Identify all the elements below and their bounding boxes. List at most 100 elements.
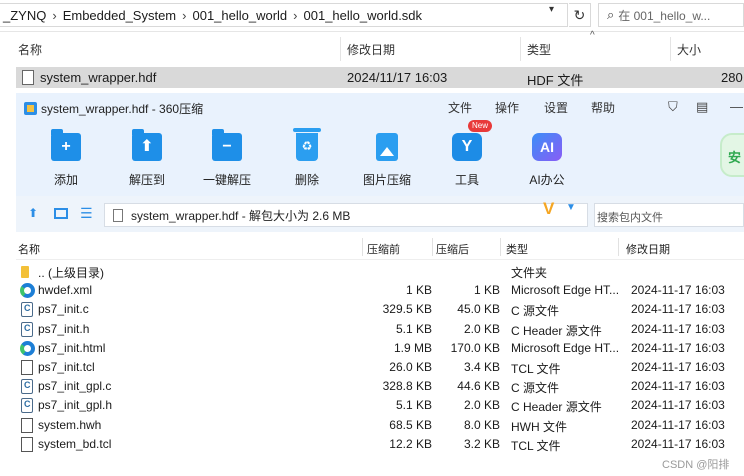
table-row[interactable]: ps7_init_gpl.c 328.8 KB 44.6 KB C 源文件 2024-1… [16,377,744,396]
v-logo-icon[interactable]: V [543,199,554,219]
breadcrumb-item[interactable]: Embedded_System [60,8,179,23]
delete-button[interactable]: ♻ 删除 [279,128,335,188]
zip-list-header: 名称 压缩前 压缩后 类型 修改日期 [16,232,744,260]
search-icon: ⌕ [607,7,615,22]
table-row[interactable]: ps7_init.c 329.5 KB 45.0 KB C 源文件 2024-11-17… [16,300,744,319]
file-packed-size: 2.0 KB [463,398,500,413]
column-date[interactable]: 修改日期 [626,241,670,257]
file-size: 5.1 KB [395,321,432,336]
file-date: 2024/11/17 16:03 [347,70,448,85]
one-click-extract-button[interactable]: − 一键解压 [199,129,255,188]
table-row[interactable]: .. (上级目录) 文件夹 [16,262,744,281]
column-type[interactable]: 类型 [506,241,528,257]
table-row[interactable]: ps7_init.tcl 26.0 KB 3.4 KB TCL 文件 2024-11-1… [16,358,744,377]
file-name: ps7_init_gpl.c [38,379,112,394]
file-name: ps7_init.h [38,321,90,336]
thumbnail-view-icon[interactable] [54,208,68,219]
file-type: C Header 源文件 [511,323,602,338]
file-date: 2024-11-17 16:03 [631,283,725,298]
file-packed-size: 45.0 KB [457,302,500,317]
feedback-icon[interactable]: ▤ [696,99,708,115]
column-divider[interactable] [618,238,619,256]
file-name: system.hwh [38,417,102,432]
list-view-icon[interactable]: ☰ [80,205,93,222]
file-type: C 源文件 [511,381,560,396]
zip-window: system_wrapper.hdf - 360压缩 文件 操作 设置 帮助 ⛉… [16,93,744,476]
menu-settings[interactable]: 设置 [544,99,568,116]
column-type[interactable]: 类型 [527,41,551,58]
edge-icon [20,340,35,356]
file-packed-size: 1 KB [473,283,500,298]
table-row[interactable]: ps7_init.h 5.1 KB 2.0 KB C Header 源文件 2024-1… [16,320,744,339]
file-type: TCL 文件 [511,438,561,453]
file-size: 12.2 KB [389,436,432,451]
extract-to-button[interactable]: ⬆ 解压到 [119,129,175,188]
table-row[interactable]: ps7_init.html 1.9 MB 170.0 KB Microsoft Edg… [16,339,744,358]
column-packed[interactable]: 压缩后 [436,241,469,257]
menu-operate[interactable]: 操作 [495,99,519,116]
column-size[interactable]: 压缩前 [367,241,400,257]
doc-icon [21,360,33,375]
trash-icon: ♻ [293,128,321,161]
file-date: 2024-11-17 16:03 [631,417,725,432]
column-divider[interactable] [520,37,521,61]
file-packed-size: 44.6 KB [457,379,500,394]
table-row[interactable]: system.hwh 68.5 KB 8.0 KB HWH 文件 2024-11-17 … [16,416,744,435]
chevron-down-icon[interactable]: ▼ [566,202,576,213]
minimize-icon[interactable]: — [730,99,743,114]
file-name: ps7_init_gpl.h [38,398,113,413]
breadcrumb-item[interactable]: _ZYNQ [0,8,49,23]
extract-to-label: 解压到 [128,173,165,187]
breadcrumb-item[interactable]: 001_hello_world.sdk [301,8,426,23]
c-file-icon [21,379,33,395]
menu-help[interactable]: 帮助 [591,99,615,116]
skin-icon[interactable]: ⛉ [668,99,678,115]
column-divider[interactable] [362,238,363,256]
column-name[interactable]: 名称 [18,241,40,257]
image-compress-button[interactable]: 图片压缩 [359,133,415,188]
delete-label: 删除 [294,173,319,187]
ai-office-label: AI办公 [529,173,565,187]
up-arrow-icon[interactable]: ⬆ [28,206,38,220]
breadcrumb-item[interactable]: 001_hello_world [189,8,290,23]
one-click-extract-label: 一键解压 [202,173,251,187]
file-size: 1.9 MB [393,340,432,355]
explorer-file-row[interactable]: system_wrapper.hdf 2024/11/17 16:03 HDF … [16,67,744,88]
column-divider[interactable] [670,37,671,61]
column-divider[interactable] [500,238,501,256]
table-row[interactable]: system_bd.tcl 12.2 KB 3.2 KB TCL 文件 2024-11-… [16,435,744,454]
add-button[interactable]: + 添加 [38,129,94,188]
add-folder-icon: + [51,129,81,161]
file-name: ps7_init.tcl [38,360,95,374]
column-name[interactable]: 名称 [18,41,42,58]
column-date[interactable]: 修改日期 [347,41,395,58]
column-divider[interactable] [432,238,433,256]
explorer-address-bar: _ZYNQ › Embedded_System › 001_hello_worl… [0,0,744,32]
file-type: Microsoft Edge HT... [511,283,620,298]
file-date: 2024-11-17 16:03 [631,360,725,374]
menu-file[interactable]: 文件 [448,99,472,116]
zip-app-icon [24,102,37,115]
zip-path-input[interactable]: system_wrapper.hdf - 解包大小为 2.6 MB [104,203,588,227]
zip-search-input[interactable]: 搜索包内文件 [594,203,744,227]
explorer-search-input[interactable]: ⌕ 在 001_hello_w... [598,3,744,27]
file-size: 329.5 KB [382,302,432,317]
column-divider[interactable] [340,37,341,61]
file-date: 2024-11-17 16:03 [631,436,725,451]
chevron-right-icon: › [52,7,57,23]
image-compress-label: 图片压缩 [362,173,411,187]
file-date: 2024-11-17 16:03 [631,340,725,355]
ai-office-button[interactable]: AI AI办公 [519,133,575,188]
table-row[interactable]: hwdef.xml 1 KB 1 KB Microsoft Edge HT... 202… [16,281,744,300]
tools-button[interactable]: Y New 工具 [439,120,495,188]
file-name: hwdef.xml [38,283,93,298]
file-packed-size: 8.0 KB [463,417,500,432]
refresh-button[interactable]: ↻ [569,3,591,27]
file-type: HDF 文件 [527,73,584,88]
c-file-icon [21,302,33,318]
security-shield-icon[interactable]: 安 [720,133,744,177]
table-row[interactable]: ps7_init_gpl.h 5.1 KB 2.0 KB C Header 源文件 20… [16,396,744,415]
column-size[interactable]: 大小 [677,41,701,58]
chevron-down-icon[interactable]: ▾ [549,4,563,15]
breadcrumb[interactable]: _ZYNQ › Embedded_System › 001_hello_worl… [0,3,568,27]
